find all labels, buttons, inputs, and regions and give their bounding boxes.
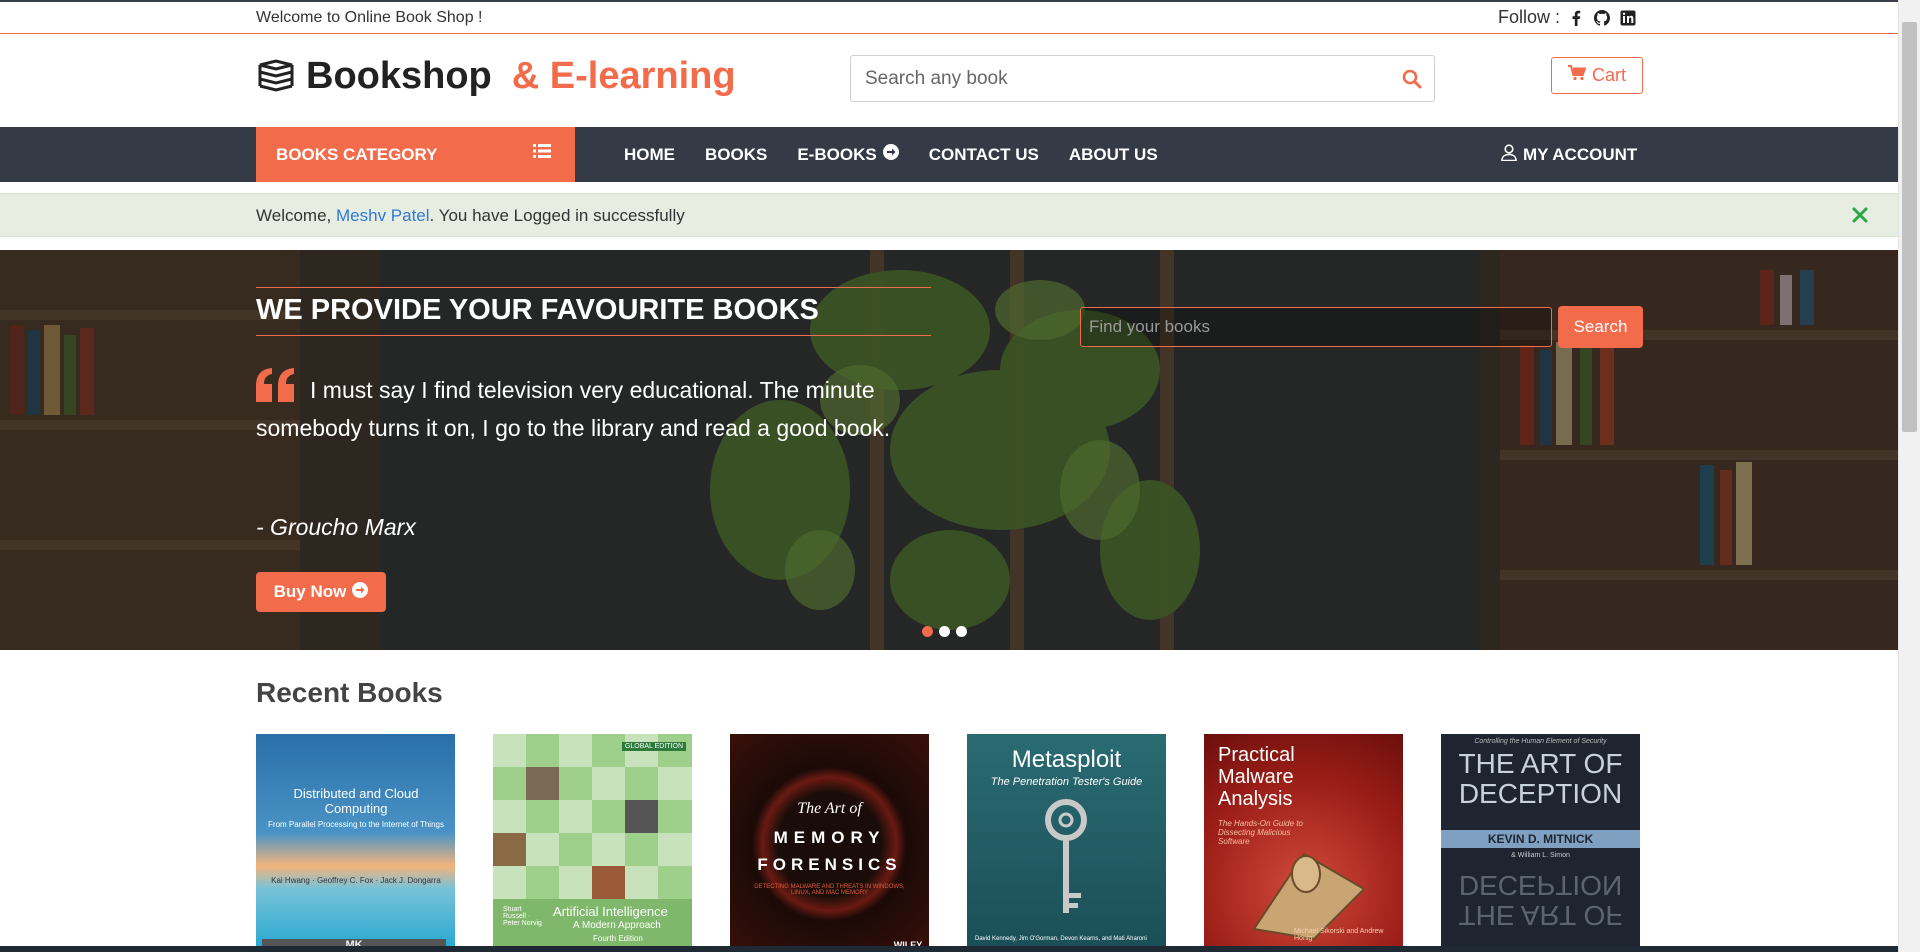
book-subtitle: From Parallel Processing to the Internet… [268,820,444,829]
hero-banner: WE PROVIDE YOUR FAVOURITE BOOKS I must s… [0,250,1898,650]
brand-tagline: & E-learning [511,55,736,97]
book-authors: Stuart Russell · Peter Norvig [503,906,542,927]
arrow-circle-right-icon [882,144,899,165]
book-title-line1: Practical [1218,744,1295,766]
cart-button[interactable]: Cart [1551,57,1643,94]
close-icon[interactable] [1851,206,1869,224]
books-category-button[interactable]: BOOKS CATEGORY [256,127,575,182]
book-title-line2: MEMORY [773,828,886,847]
cart-icon [1567,65,1587,86]
brand-name: Bookshop [306,55,492,97]
book-title-reflection-1: DECEPTION [1458,870,1623,901]
book-tagline: Controlling the Human Element of Securit… [1474,738,1607,745]
book-title-line1: THE ART OF [1458,748,1623,779]
book-authors: Michael Sikorski and Andrew Honig [1294,928,1384,942]
book-card-practical-malware-analysis[interactable]: Practical Malware Analysis The Hands-On … [1204,734,1403,952]
header-search [850,55,1435,102]
my-account-label: MY ACCOUNT [1523,144,1638,164]
quote-icon [256,368,296,402]
alert-suffix: . You have Logged in successfully [429,206,685,225]
book-title: Distributed and Cloud Computing [293,786,419,816]
login-success-alert: Welcome, Meshv Patel. You have Logged in… [0,193,1898,237]
nav-ebooks[interactable]: E-BOOKS [797,144,899,165]
book-authors: Kai Hwang · Geoffrey C. Fox · Jack J. Do… [271,876,441,885]
book-title: Metasploit [1011,746,1122,773]
book-title-line1: The Art of [797,800,862,817]
book-title-line3: Analysis [1218,788,1293,810]
page-scrollbar[interactable] [1898,0,1920,952]
recent-books-list: Distributed and Cloud Computing From Par… [256,734,1640,952]
hero-search [1080,307,1552,347]
hero-quote-text: I must say I find television very educat… [256,377,891,441]
follow-label: Follow : [1498,7,1561,27]
book-card-art-of-deception[interactable]: Controlling the Human Element of Securit… [1441,734,1640,952]
search-icon[interactable] [1402,69,1422,89]
alert-username[interactable]: Meshv Patel [336,206,430,225]
linkedin-icon[interactable] [1620,10,1636,26]
book-card-art-of-memory-forensics[interactable]: The Art of MEMORY FORENSICS DETECTING MA… [730,734,929,952]
carousel-dot-2[interactable] [939,626,950,637]
book-title: Artificial Intelligence [553,904,668,919]
site-header: Bookshop & E-learning Cart [0,35,1898,127]
book-subtitle: A Modern Approach [573,920,661,931]
find-search-button[interactable]: Search [1558,306,1643,348]
book-title-line3: FORENSICS [757,855,902,874]
carousel-dot-3[interactable] [956,626,967,637]
book-coauthor: & William L. Simon [1511,852,1570,859]
book-title-line2: Malware [1218,766,1294,788]
hero-quote: I must say I find television very educat… [256,368,946,447]
book-card-metasploit[interactable]: Metasploit The Penetration Tester's Guid… [967,734,1166,952]
book-title-line2: DECEPTION [1458,778,1623,809]
my-account-link[interactable]: MY ACCOUNT [1501,127,1637,182]
top-bar: Welcome to Online Book Shop ! Follow : [0,0,1898,34]
recent-books-heading: Recent Books [256,677,443,708]
book-card-distributed-cloud-computing[interactable]: Distributed and Cloud Computing From Par… [256,734,455,952]
book-subtitle: The Penetration Tester's Guide [990,776,1143,788]
nav-menu: HOME BOOKS E-BOOKS CONTACT US ABOUT US [624,127,1158,182]
book-authors: David Kennedy, Jim O'Gorman, Devon Kearn… [975,936,1147,942]
quote-author: - Groucho Marx [256,514,416,540]
welcome-text: Welcome to Online Book Shop ! [256,9,483,26]
book-badge: GLOBAL EDITION [621,742,686,751]
arrow-circle-right-icon [352,581,369,603]
cart-label: Cart [1591,65,1626,85]
nav-about-us[interactable]: ABOUT US [1069,145,1158,165]
nav-contact-us[interactable]: CONTACT US [929,145,1039,165]
scrollbar-thumb[interactable] [1902,22,1917,432]
book-title-reflection-2: THE ART OF [1458,900,1623,931]
nav-ebooks-label: E-BOOKS [797,144,877,164]
book-tagline: DETECTING MALWARE AND THREATS IN WINDOWS… [754,884,905,896]
book-card-artificial-intelligence[interactable]: GLOBAL EDITION Stuart Russell · Peter No… [493,734,692,952]
find-books-input[interactable] [1081,308,1551,346]
search-input[interactable] [865,64,1385,94]
nav-books[interactable]: BOOKS [705,145,767,165]
facebook-icon[interactable] [1568,10,1584,26]
buy-now-button[interactable]: Buy Now [256,572,386,612]
buy-now-label: Buy Now [273,582,347,601]
site-logo[interactable]: Bookshop & E-learning [256,55,736,98]
nav-home[interactable]: HOME [624,145,675,165]
list-icon [533,143,551,159]
follow-links: Follow : [1498,7,1636,28]
key-icon [1045,799,1087,913]
alert-message: Welcome, Meshv Patel. You have Logged in… [256,206,685,226]
github-icon[interactable] [1594,9,1611,26]
carousel-indicators [922,626,967,637]
book-edition: Fourth Edition [593,934,643,943]
main-navigation: BOOKS CATEGORY HOME BOOKS E-BOOKS CONTAC… [0,127,1898,182]
carousel-dot-1[interactable] [922,626,933,637]
books-category-label: BOOKS CATEGORY [276,144,438,164]
books-stack-icon [256,58,296,95]
user-icon [1501,143,1517,166]
hero-title: WE PROVIDE YOUR FAVOURITE BOOKS [256,287,931,336]
alert-prefix: Welcome, [256,206,332,225]
book-author: KEVIN D. MITNICK [1487,832,1594,846]
